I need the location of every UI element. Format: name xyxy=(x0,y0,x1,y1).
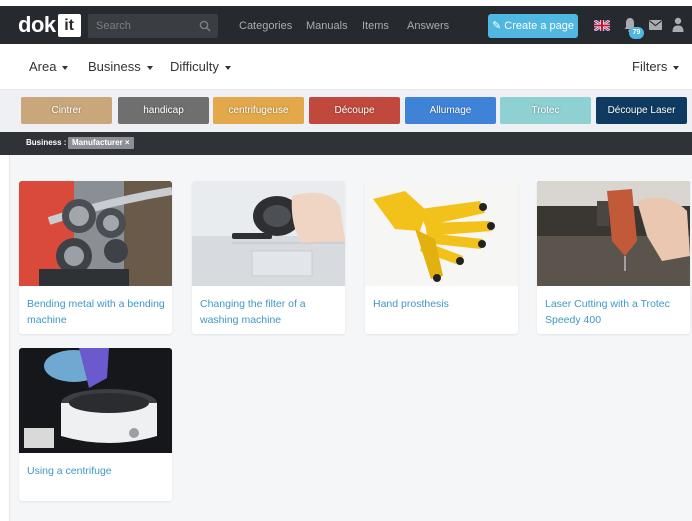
card-thumbnail xyxy=(537,181,690,286)
tag-trotec[interactable]: Trotec xyxy=(500,97,591,124)
card-title[interactable]: Bending metal with a bending machine xyxy=(27,296,167,328)
washing-machine-filter-image xyxy=(192,181,345,286)
difficulty-dropdown[interactable]: Difficulty xyxy=(170,59,231,74)
laser-cutter-image xyxy=(537,181,690,286)
card-thumbnail xyxy=(19,348,172,453)
business-dropdown[interactable]: Business xyxy=(88,59,153,74)
logo-word: dok xyxy=(18,12,56,37)
active-filter-bar: Business : Manufacturer × xyxy=(0,132,692,155)
create-page-label: Create a page xyxy=(504,20,574,32)
uk-flag-icon[interactable] xyxy=(594,20,610,31)
guide-card[interactable]: Laser Cutting with a Trotec Speedy 400 xyxy=(537,181,690,334)
top-navbar: dok it Categories Manuals Items Answers … xyxy=(0,0,692,44)
card-thumbnail xyxy=(365,181,518,286)
nav-categories[interactable]: Categories xyxy=(239,19,292,33)
caret-down-icon xyxy=(62,65,69,70)
tag-cintrer[interactable]: Cintrer xyxy=(21,97,112,124)
difficulty-dropdown-label: Difficulty xyxy=(170,59,219,74)
guide-card[interactable]: Bending metal with a bending machine xyxy=(19,181,172,334)
card-thumbnail xyxy=(19,181,172,286)
card-title[interactable]: Using a centrifuge xyxy=(27,463,167,479)
results-grid: Bending metal with a bending machine Cha… xyxy=(9,155,692,521)
nav-items[interactable]: Items xyxy=(362,19,389,33)
filters-dropdown[interactable]: Filters xyxy=(632,59,680,74)
centrifuge-image xyxy=(19,348,172,453)
logo-box: it xyxy=(57,13,81,37)
tag-centrifugeuse[interactable]: centrifugeuse xyxy=(213,97,304,124)
remove-filter-icon[interactable]: × xyxy=(125,138,130,147)
business-dropdown-label: Business xyxy=(88,59,141,74)
nav-manuals[interactable]: Manuals xyxy=(306,19,348,33)
hand-prosthesis-image xyxy=(365,181,518,286)
user-icon[interactable] xyxy=(672,17,684,32)
caret-down-icon xyxy=(673,65,680,70)
search-input[interactable] xyxy=(88,14,198,38)
card-title[interactable]: Changing the filter of a washing machine xyxy=(200,296,340,328)
card-thumbnail xyxy=(192,181,345,286)
area-dropdown-label: Area xyxy=(29,59,57,74)
tag-allumage[interactable]: Allumage xyxy=(405,97,496,124)
guide-card[interactable]: Hand prosthesis xyxy=(365,181,518,334)
nav-answers[interactable]: Answers xyxy=(407,19,449,33)
active-filter-value: Manufacturer xyxy=(72,138,123,147)
notification-badge: 79 xyxy=(629,27,644,39)
caret-down-icon xyxy=(146,65,153,70)
active-filter-chip[interactable]: Manufacturer × xyxy=(68,137,134,149)
tag-handicap[interactable]: handicap xyxy=(118,97,209,124)
bending-machine-image xyxy=(19,181,172,286)
tag-decoupe-laser[interactable]: Découpe Laser xyxy=(596,97,687,124)
guide-card[interactable]: Changing the filter of a washing machine xyxy=(192,181,345,334)
tag-strip: Cintrer handicap centrifugeuse Découpe A… xyxy=(0,90,692,132)
card-title[interactable]: Hand prosthesis xyxy=(373,296,513,312)
active-filter-label: Business : xyxy=(26,138,67,147)
card-title[interactable]: Laser Cutting with a Trotec Speedy 400 xyxy=(545,296,685,328)
search-icon[interactable] xyxy=(199,20,211,32)
area-dropdown[interactable]: Area xyxy=(29,59,69,74)
filters-dropdown-label: Filters xyxy=(632,59,668,74)
search-box xyxy=(88,14,218,38)
pencil-icon: ✎ xyxy=(492,20,502,32)
filter-bar: Area Business Difficulty Filters xyxy=(0,44,692,90)
logo[interactable]: dok it xyxy=(18,12,81,38)
create-page-button[interactable]: ✎ Create a page xyxy=(488,14,578,38)
caret-down-icon xyxy=(224,65,231,70)
tag-decoupe[interactable]: Découpe xyxy=(309,97,400,124)
mail-icon[interactable] xyxy=(649,20,662,30)
guide-card[interactable]: Using a centrifuge xyxy=(19,348,172,501)
